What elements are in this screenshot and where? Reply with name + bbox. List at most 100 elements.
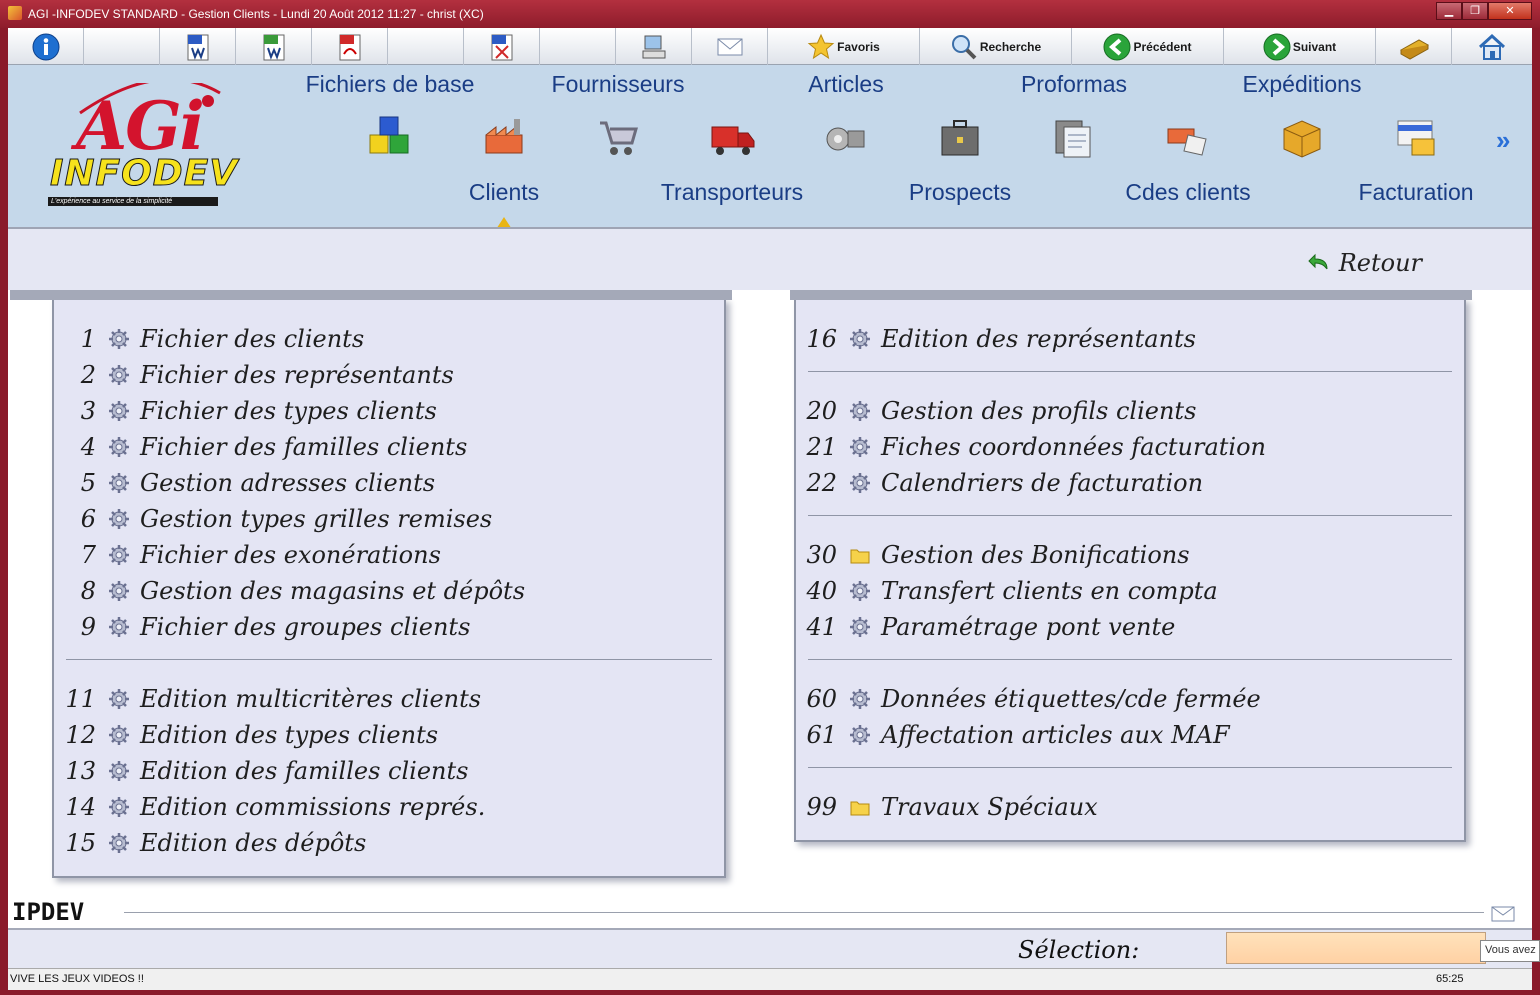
briefcase-icon[interactable] [936, 113, 984, 161]
menu-item[interactable]: 4 Fichier des familles clients [56, 433, 468, 461]
parts-icon[interactable] [822, 113, 870, 161]
box-icon[interactable] [1278, 113, 1326, 161]
menu-item-icon-wrap [849, 436, 871, 458]
gear-icon [850, 725, 870, 745]
menu-item-label: Fichier des clients [140, 325, 365, 353]
menu-item[interactable]: 20 Gestion des profils clients [797, 397, 1196, 425]
menu-item[interactable]: 1 Fichier des clients [56, 325, 364, 353]
close-button[interactable]: ✕ [1488, 2, 1532, 20]
star-icon [807, 33, 835, 59]
maximize-button[interactable]: ❐ [1462, 2, 1488, 20]
folder-icon [850, 801, 870, 816]
menu-item-number: 6 [80, 505, 96, 533]
menu-item[interactable]: 16 Edition des représentants [797, 325, 1196, 353]
toolbar-blank-3[interactable] [540, 28, 616, 65]
suivant-button[interactable]: Suivant [1224, 28, 1376, 65]
menu-item[interactable]: 2 Fichier des représentants [56, 361, 454, 389]
factory-icon[interactable] [480, 113, 528, 161]
menu-item[interactable]: 9 Fichier des groupes clients [56, 613, 471, 641]
menu-item-label: Gestion des profils clients [881, 397, 1197, 425]
menu-item[interactable]: 6 Gestion types grilles remises [56, 505, 493, 533]
favoris-button[interactable]: Favoris [768, 28, 920, 65]
menu-item[interactable]: 60 Données étiquettes/cde fermée [797, 685, 1260, 713]
pw-word-button[interactable] [236, 28, 312, 65]
gear-icon [109, 437, 129, 457]
truck-icon[interactable] [708, 113, 756, 161]
nav-prospects[interactable]: Prospects [909, 179, 1011, 206]
menu-item-number: 12 [65, 721, 96, 749]
menu-item[interactable]: 7 Fichier des exonérations [56, 541, 441, 569]
menu-item-label: Transfert clients en compta [881, 577, 1218, 605]
nav-expeditions[interactable]: Expéditions [1243, 71, 1362, 98]
menu-item-number: 41 [806, 613, 837, 641]
menu-item-number: 1 [80, 325, 96, 353]
menu-item[interactable]: 15 Edition des dépôts [56, 829, 366, 857]
menu-item[interactable]: 13 Edition des familles clients [56, 757, 468, 785]
menu-item-icon-wrap [849, 688, 871, 710]
retour-button[interactable]: Retour [1307, 249, 1422, 277]
pdf-doc-icon [339, 34, 360, 60]
menu-item-number: 2 [80, 361, 96, 389]
menu-item[interactable]: 11 Edition multicritères clients [56, 685, 481, 713]
home-button[interactable] [1452, 28, 1532, 65]
menu-item-label: Edition des dépôts [140, 829, 367, 857]
favoris-label: Favoris [837, 39, 880, 54]
menu-item-label: Travaux Spéciaux [881, 793, 1098, 821]
nav-fichiers-de-base[interactable]: Fichiers de base [306, 71, 475, 98]
invoice-card-icon[interactable] [1392, 113, 1440, 161]
toolbar-blank-2[interactable] [388, 28, 464, 65]
pe-word-button[interactable] [160, 28, 236, 65]
factory-order-icon[interactable] [1164, 113, 1212, 161]
nav-clients[interactable]: Clients [469, 179, 539, 206]
nav-articles[interactable]: Articles [808, 71, 883, 98]
recherche-button[interactable]: Recherche [920, 28, 1072, 65]
window-controls: ▁ ❐ ✕ [1436, 2, 1532, 20]
toolbar-blank-1[interactable] [84, 28, 160, 65]
toolbar: Favoris Recherche Précédent Suivant [8, 28, 1532, 65]
word-doc-icon [187, 34, 208, 60]
menu-item-icon-wrap [108, 688, 130, 710]
menu-item-icon-wrap [849, 796, 871, 818]
retour-label: Retour [1338, 249, 1422, 277]
mail-button[interactable] [692, 28, 768, 65]
menu-item[interactable]: 40 Transfert clients en compta [797, 577, 1218, 605]
gear-icon [850, 689, 870, 709]
py-pdf-button[interactable] [312, 28, 388, 65]
nav-cdes-clients[interactable]: Cdes clients [1125, 179, 1250, 206]
shopping-cart-icon[interactable] [594, 113, 642, 161]
selection-input[interactable] [1226, 932, 1486, 964]
nav-transporteurs[interactable]: Transporteurs [661, 179, 803, 206]
menu-item[interactable]: 21 Fiches coordonnées facturation [797, 433, 1266, 461]
menu-item[interactable]: 41 Paramétrage pont vente [797, 613, 1175, 641]
menu-item[interactable]: 8 Gestion des magasins et dépôts [56, 577, 525, 605]
message-mail-icon[interactable] [1490, 902, 1516, 924]
menu-item-icon-wrap [849, 400, 871, 422]
nav-next-button[interactable]: » [1496, 125, 1511, 156]
menu-item-icon-wrap [849, 616, 871, 638]
documents-icon[interactable] [1050, 113, 1098, 161]
cubes-icon[interactable] [366, 113, 414, 161]
menu-item-label: Fichier des types clients [140, 397, 437, 425]
app-frame: Favoris Recherche Précédent Suivant AGi [8, 28, 1540, 990]
menu-item[interactable]: 14 Edition commissions représ. [56, 793, 485, 821]
menu-item[interactable]: 30 Gestion des Bonifications [797, 541, 1189, 569]
computer-button[interactable] [616, 28, 692, 65]
menu-item[interactable]: 5 Gestion adresses clients [56, 469, 435, 497]
nav-facturation[interactable]: Facturation [1358, 179, 1473, 206]
menu-item[interactable]: 99 Travaux Spéciaux [797, 793, 1098, 821]
book-button[interactable] [1376, 28, 1452, 65]
sub-bar: Retour [8, 227, 1532, 297]
menu-item-label: Edition des représentants [881, 325, 1196, 353]
precedent-button[interactable]: Précédent [1072, 28, 1224, 65]
menu-item[interactable]: 22 Calendriers de facturation [797, 469, 1203, 497]
menu-item[interactable]: 3 Fichier des types clients [56, 397, 437, 425]
minimize-button[interactable]: ▁ [1436, 2, 1462, 20]
gear-icon [850, 581, 870, 601]
info-button[interactable] [8, 28, 84, 65]
menu-item[interactable]: 61 Affectation articles aux MAF [797, 721, 1229, 749]
nav-fournisseurs[interactable]: Fournisseurs [552, 71, 685, 98]
status-position: 65:25 [1436, 973, 1464, 985]
nav-proformas[interactable]: Proformas [1021, 71, 1127, 98]
pe-excel-button[interactable] [464, 28, 540, 65]
menu-item[interactable]: 12 Edition des types clients [56, 721, 438, 749]
